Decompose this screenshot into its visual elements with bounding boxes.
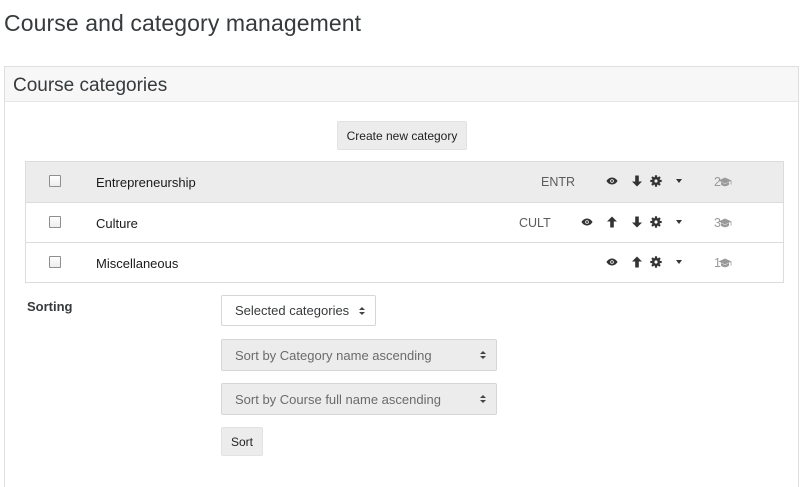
arrow-up-icon[interactable] bbox=[631, 256, 643, 268]
page-title: Course and category management bbox=[4, 10, 362, 36]
eye-icon[interactable] bbox=[606, 175, 618, 187]
sorting-label: Sorting bbox=[27, 299, 73, 314]
category-sort-value: Sort by Category name ascending bbox=[235, 347, 432, 363]
caret-down-icon[interactable] bbox=[676, 260, 682, 264]
category-checkbox[interactable] bbox=[49, 256, 61, 268]
create-new-category-button[interactable]: Create new category bbox=[337, 121, 467, 150]
panel-header: Course categories bbox=[5, 67, 798, 102]
course-sort-select[interactable]: Sort by Course full name ascending bbox=[221, 383, 497, 415]
eye-icon[interactable] bbox=[581, 216, 593, 228]
select-arrows-icon bbox=[480, 395, 486, 403]
category-checkbox[interactable] bbox=[49, 175, 61, 187]
category-checkbox[interactable] bbox=[49, 216, 61, 228]
cog-icon[interactable] bbox=[650, 175, 662, 187]
select-arrows-icon bbox=[480, 351, 486, 359]
course-count[interactable]: 2 bbox=[714, 175, 732, 189]
course-count[interactable]: 1 bbox=[714, 256, 732, 270]
select-arrows-icon bbox=[359, 306, 365, 315]
course-categories-panel: Course categories Create new category En… bbox=[4, 66, 799, 487]
course-sort-value: Sort by Course full name ascending bbox=[235, 391, 441, 407]
category-row: Miscellaneous 1 bbox=[26, 242, 783, 282]
arrow-down-icon[interactable] bbox=[631, 175, 643, 187]
category-name-link[interactable]: Miscellaneous bbox=[96, 256, 178, 271]
panel-title: Course categories bbox=[13, 75, 168, 96]
category-row: Entrepreneurship ENTR 2 bbox=[26, 162, 783, 202]
cog-icon[interactable] bbox=[650, 216, 662, 228]
caret-down-icon[interactable] bbox=[676, 179, 682, 183]
graduation-cap-icon bbox=[718, 218, 732, 228]
graduation-cap-icon bbox=[718, 177, 732, 187]
category-name-link[interactable]: Entrepreneurship bbox=[96, 175, 196, 190]
category-list: Entrepreneurship ENTR 2 Culture CULT 3 M… bbox=[25, 161, 784, 283]
course-count[interactable]: 3 bbox=[714, 216, 732, 230]
category-name-link[interactable]: Culture bbox=[96, 216, 138, 231]
arrow-up-icon[interactable] bbox=[606, 216, 618, 228]
category-sort-select[interactable]: Sort by Category name ascending bbox=[221, 339, 497, 371]
category-idnumber: CULT bbox=[519, 216, 551, 230]
sort-scope-value: Selected categories bbox=[235, 303, 350, 318]
sort-button[interactable]: Sort bbox=[221, 427, 263, 456]
caret-down-icon[interactable] bbox=[676, 220, 682, 224]
cog-icon[interactable] bbox=[650, 256, 662, 268]
graduation-cap-icon bbox=[718, 258, 732, 268]
category-idnumber: ENTR bbox=[541, 175, 576, 189]
category-row: Culture CULT 3 bbox=[26, 202, 783, 242]
sort-scope-select[interactable]: Selected categories bbox=[221, 295, 376, 326]
arrow-down-icon[interactable] bbox=[631, 216, 643, 228]
eye-icon[interactable] bbox=[606, 256, 618, 268]
